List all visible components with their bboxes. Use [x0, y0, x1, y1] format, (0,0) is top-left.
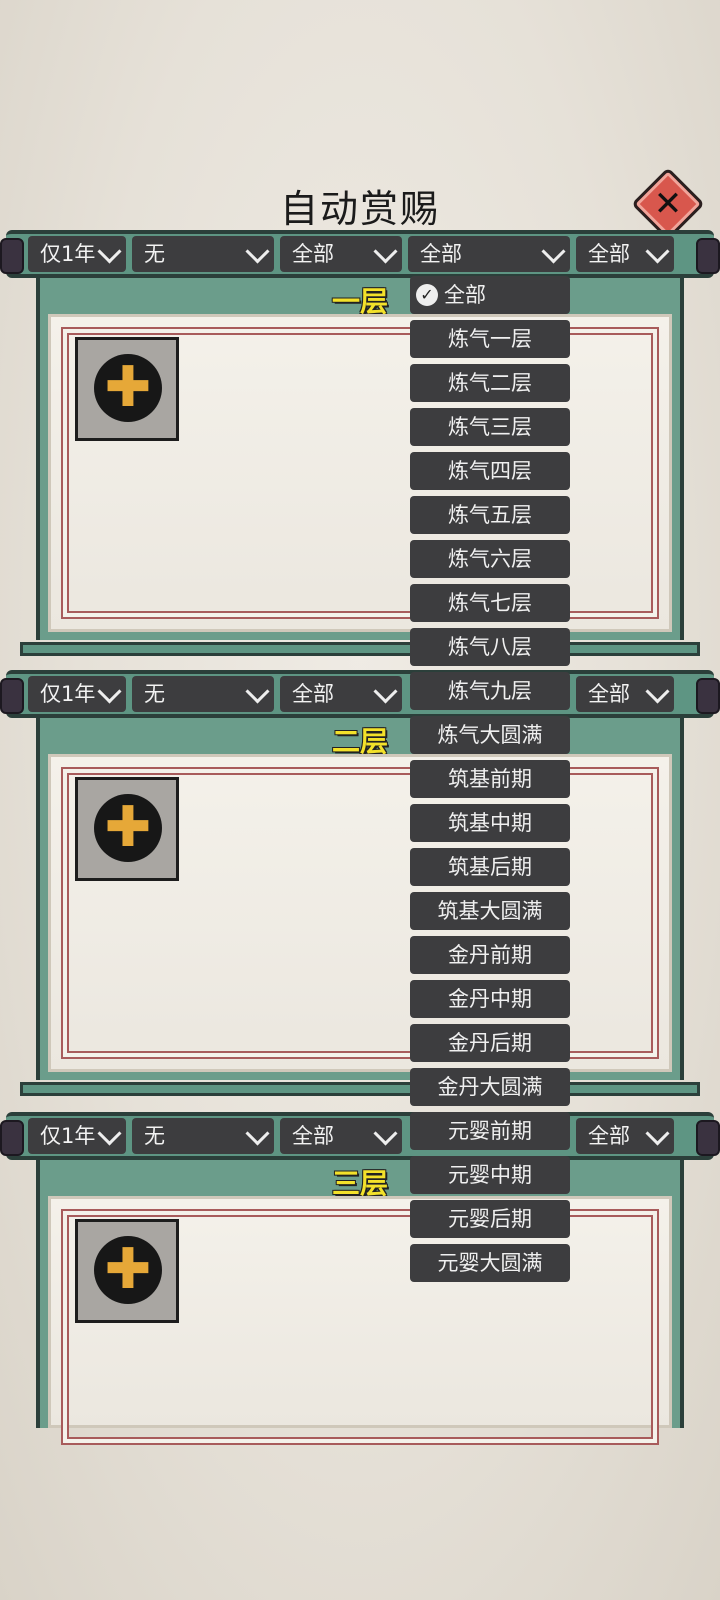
- add-icon: ✚: [94, 354, 162, 422]
- chevron-down-icon: [245, 679, 270, 704]
- chevron-down-icon: [373, 239, 398, 264]
- chevron-down-icon: [245, 239, 270, 264]
- type-filter-dropdown[interactable]: 无: [132, 236, 274, 272]
- menu-item[interactable]: 元婴大圆满: [410, 1244, 570, 1282]
- menu-item[interactable]: 炼气五层: [410, 496, 570, 534]
- menu-item[interactable]: 元婴前期: [410, 1112, 570, 1150]
- section-level-3: 仅1年 无 全部 全部 三层 ✚: [0, 1112, 720, 1445]
- chevron-down-icon: [97, 1121, 122, 1146]
- check-icon: ✓: [416, 284, 438, 306]
- menu-item[interactable]: 炼气一层: [410, 320, 570, 358]
- extra-filter-dropdown[interactable]: 全部: [576, 676, 674, 712]
- page-title: 自动赏赐: [279, 187, 440, 231]
- menu-item[interactable]: 炼气大圆满: [410, 716, 570, 754]
- year-filter-dropdown[interactable]: 仅1年: [28, 1118, 126, 1154]
- type-filter-dropdown[interactable]: 无: [132, 676, 274, 712]
- add-icon: ✚: [94, 794, 162, 862]
- chevron-down-icon: [97, 679, 122, 704]
- menu-item[interactable]: 金丹中期: [410, 980, 570, 1018]
- menu-item[interactable]: 炼气八层: [410, 628, 570, 666]
- extra-filter-dropdown[interactable]: 全部: [576, 236, 674, 272]
- chevron-down-icon: [373, 679, 398, 704]
- section-level-1: 仅1年 无 全部 全部 全部 一层 ✚: [0, 230, 720, 660]
- add-reward-button[interactable]: ✚: [75, 1219, 179, 1323]
- year-filter-dropdown[interactable]: 仅1年: [28, 236, 126, 272]
- menu-item[interactable]: 元婴后期: [410, 1200, 570, 1238]
- menu-item[interactable]: 筑基中期: [410, 804, 570, 842]
- close-icon: ✕: [653, 184, 683, 224]
- chevron-down-icon: [541, 239, 566, 264]
- reward-area: ✚: [48, 1196, 672, 1445]
- add-icon: ✚: [94, 1236, 162, 1304]
- menu-item[interactable]: 炼气四层: [410, 452, 570, 490]
- menu-item[interactable]: 元婴中期: [410, 1156, 570, 1194]
- chevron-down-icon: [645, 1121, 670, 1146]
- level-panel: 二层 ✚: [36, 718, 684, 1080]
- chevron-down-icon: [245, 1121, 270, 1146]
- menu-item[interactable]: 炼气二层: [410, 364, 570, 402]
- chevron-down-icon: [645, 239, 670, 264]
- menu-item[interactable]: 炼气六层: [410, 540, 570, 578]
- menu-item[interactable]: 金丹后期: [410, 1024, 570, 1062]
- section-level-2: 仅1年 无 全部 全部 二层 ✚: [0, 670, 720, 1100]
- reward-area: ✚: [48, 314, 672, 632]
- add-reward-button[interactable]: ✚: [75, 777, 179, 881]
- menu-item[interactable]: 炼气九层: [410, 672, 570, 710]
- year-filter-dropdown[interactable]: 仅1年: [28, 676, 126, 712]
- extra-filter-dropdown[interactable]: 全部: [576, 1118, 674, 1154]
- level-panel: 一层 ✚: [36, 278, 684, 640]
- menu-item[interactable]: 炼气三层: [410, 408, 570, 446]
- realm-filter-dropdown[interactable]: 全部: [408, 236, 570, 272]
- reward-area: ✚: [48, 754, 672, 1072]
- menu-item[interactable]: 炼气七层: [410, 584, 570, 622]
- menu-item[interactable]: 筑基后期: [410, 848, 570, 886]
- category-filter-dropdown[interactable]: 全部: [280, 1118, 402, 1154]
- chevron-down-icon: [97, 239, 122, 264]
- chevron-down-icon: [373, 1121, 398, 1146]
- type-filter-dropdown[interactable]: 无: [132, 1118, 274, 1154]
- add-reward-button[interactable]: ✚: [75, 337, 179, 441]
- category-filter-dropdown[interactable]: 全部: [280, 676, 402, 712]
- chevron-down-icon: [645, 679, 670, 704]
- menu-item-selected[interactable]: ✓ 全部: [410, 276, 570, 314]
- level-panel: 三层 ✚: [36, 1160, 684, 1445]
- menu-item[interactable]: 筑基前期: [410, 760, 570, 798]
- category-filter-dropdown[interactable]: 全部: [280, 236, 402, 272]
- menu-item[interactable]: 金丹大圆满: [410, 1068, 570, 1106]
- menu-item[interactable]: 筑基大圆满: [410, 892, 570, 930]
- menu-item[interactable]: 金丹前期: [410, 936, 570, 974]
